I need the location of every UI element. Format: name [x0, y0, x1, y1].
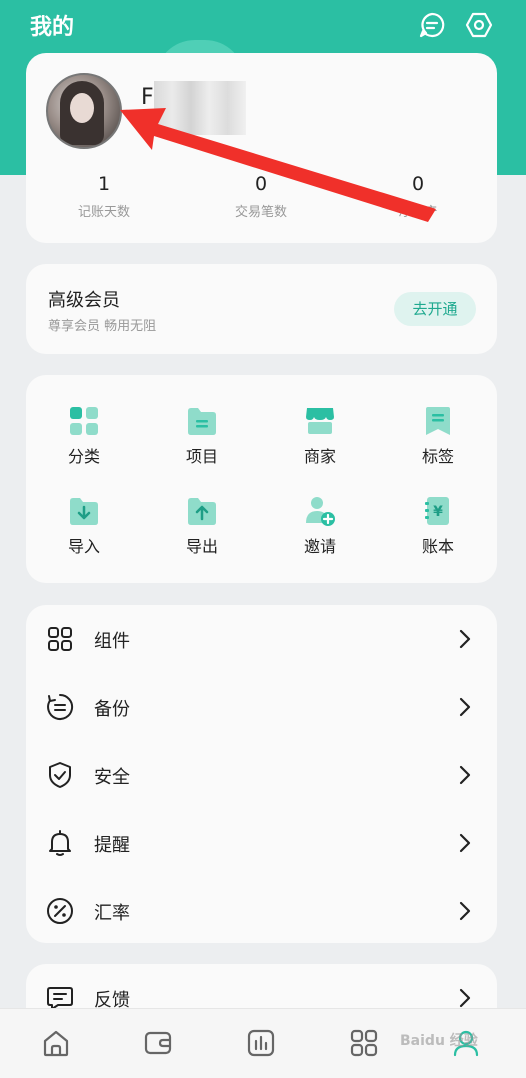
tag-icon	[426, 407, 450, 435]
svg-text:¥: ¥	[433, 504, 443, 520]
grid-item-label: 标签	[421, 447, 454, 466]
grid-item-label: 商家	[303, 447, 336, 466]
ledger-icon: ¥	[425, 497, 449, 525]
chevron-right-icon	[459, 988, 471, 1008]
stat-days: 1 记账天数	[44, 173, 164, 220]
menu-item-exchange-rate[interactable]: 汇率	[26, 877, 497, 945]
grid-item-label: 账本	[421, 537, 454, 556]
chart-icon[interactable]	[245, 1027, 277, 1059]
shield-icon	[49, 762, 71, 788]
merchant-icon	[306, 408, 334, 434]
menu-item-label: 备份	[94, 699, 130, 720]
grid-item-export[interactable]: 导出	[152, 495, 252, 557]
stat-value: 0	[254, 173, 268, 195]
chevron-right-icon	[459, 629, 471, 649]
vip-title: 高级会员	[48, 290, 120, 311]
grid-item-invite[interactable]: 邀请	[270, 495, 370, 557]
feature-grid: 分类 项目 商家 标签 导入 导出 邀请 ¥ 账本	[26, 375, 497, 583]
avatar-face	[70, 93, 94, 123]
chevron-right-icon	[459, 765, 471, 785]
grid-item-label: 分类	[67, 447, 100, 466]
chevron-right-icon	[459, 901, 471, 921]
grid-item-tag[interactable]: 标签	[388, 405, 488, 467]
vip-activate-button[interactable]: 去开通	[394, 292, 476, 326]
chevron-right-icon	[459, 697, 471, 717]
menu-item-security[interactable]: 安全	[26, 741, 497, 809]
grid-item-label: 导出	[185, 537, 218, 556]
menu-item-reminder[interactable]: 提醒	[26, 809, 497, 877]
vip-card[interactable]: 高级会员 尊享会员 畅用无阻 去开通	[26, 264, 497, 354]
grid-item-project[interactable]: 项目	[152, 405, 252, 467]
page-title: 我的	[30, 15, 75, 40]
grid-item-label: 导入	[67, 537, 100, 556]
invite-icon	[306, 497, 335, 526]
category-icon	[70, 407, 98, 435]
percent-icon	[47, 898, 73, 924]
settings-icon[interactable]	[464, 10, 494, 40]
stat-net-assets: 0 净资产	[358, 173, 478, 220]
stat-transactions: 0 交易笔数	[201, 173, 321, 220]
apps-icon[interactable]	[348, 1027, 380, 1059]
stat-label: 净资产	[398, 205, 438, 220]
avatar[interactable]	[46, 73, 122, 149]
grid-item-label: 项目	[185, 447, 218, 466]
grid-item-category[interactable]: 分类	[34, 405, 134, 467]
stat-label: 交易笔数	[234, 205, 287, 220]
settings-menu: 组件 备份 安全 提醒 汇率	[26, 605, 497, 943]
menu-item-backup[interactable]: 备份	[26, 673, 497, 741]
vip-subtitle: 尊享会员 畅用无阻	[48, 319, 157, 334]
import-icon	[70, 498, 98, 525]
message-icon[interactable]	[417, 10, 447, 40]
blurred-username	[154, 81, 246, 135]
home-icon[interactable]	[40, 1027, 72, 1059]
stat-label: 记账天数	[77, 205, 130, 220]
grid-item-merchant[interactable]: 商家	[270, 405, 370, 467]
grid-item-ledger[interactable]: ¥ 账本	[388, 495, 488, 557]
export-icon	[188, 498, 216, 525]
widgets-icon	[48, 627, 72, 651]
grid-item-import[interactable]: 导入	[34, 495, 134, 557]
stat-value: 0	[411, 173, 425, 195]
grid-item-label: 邀请	[303, 537, 336, 556]
backup-icon	[47, 693, 74, 720]
stat-value: 1	[97, 173, 111, 195]
chevron-right-icon	[459, 833, 471, 853]
profile-card[interactable]: F 1 记账天数 0 交易笔数 0 净资产	[26, 53, 497, 243]
menu-item-label: 安全	[94, 767, 130, 788]
menu-item-widgets[interactable]: 组件	[26, 605, 497, 673]
menu-item-label: 提醒	[94, 835, 130, 856]
watermark: Baidu 经验	[400, 1033, 478, 1049]
menu-item-label: 汇率	[94, 903, 130, 924]
top-bar: 我的	[0, 0, 526, 50]
menu-item-label: 组件	[94, 631, 130, 652]
username: F	[141, 85, 154, 110]
project-icon	[188, 408, 216, 435]
wallet-icon[interactable]	[142, 1027, 174, 1059]
bell-icon	[49, 830, 71, 856]
